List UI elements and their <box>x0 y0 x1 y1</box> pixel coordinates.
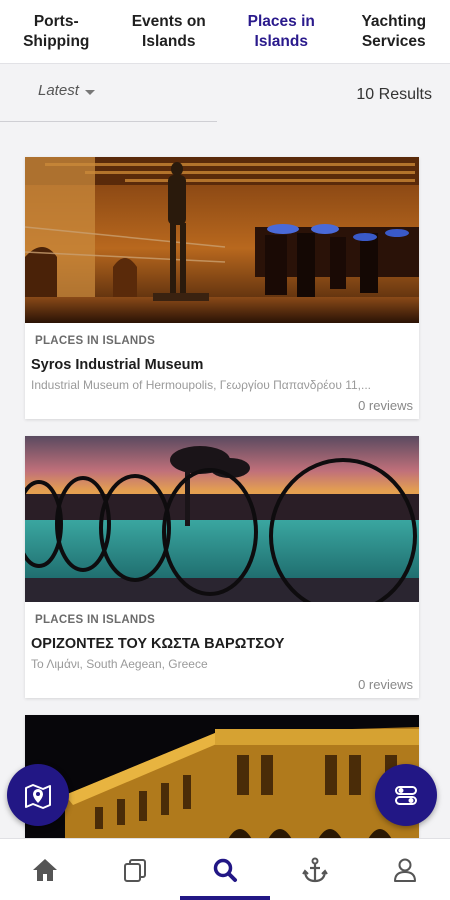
tab-events-on-islands[interactable]: Events on Islands <box>113 0 226 63</box>
card-address: Το Λιμάνι, South Aegean, Greece <box>31 657 208 671</box>
chevron-down-icon <box>84 89 95 95</box>
listing-card[interactable]: PLACES IN ISLANDS Syros Industrial Museu… <box>25 157 419 419</box>
card-body: PLACES IN ISLANDS ΟΡΙΖΟΝΤΕΣ ΤΟΥ ΚΩΣΤΑ ΒΑ… <box>25 602 419 698</box>
building-photo <box>25 715 419 845</box>
results-count: 10 Results <box>356 86 432 103</box>
map-view-button[interactable] <box>7 764 69 826</box>
tab-places-in-islands[interactable]: Places in Islands <box>225 0 338 63</box>
search-icon <box>213 858 237 882</box>
card-body: PLACES IN ISLANDS Syros Industrial Museu… <box>25 323 419 419</box>
listing-card[interactable]: PLACES IN ISLANDS ΟΡΙΖΟΝΤΕΣ ΤΟΥ ΚΩΣΤΑ ΒΑ… <box>25 436 419 698</box>
card-reviews: 0 reviews <box>358 398 413 413</box>
nav-search[interactable] <box>180 839 270 900</box>
card-title[interactable]: ΟΡΙΖΟΝΤΕΣ ΤΟΥ ΚΩΣΤΑ ΒΑΡΩΤΣΟΥ <box>31 636 413 652</box>
category-tabs: Ports- Shipping Events on Islands Places… <box>0 0 450 64</box>
tab-yachting-services[interactable]: Yachting Services <box>338 0 450 63</box>
home-icon <box>33 858 57 881</box>
card-title[interactable]: Syros Industrial Museum <box>31 357 413 373</box>
card-reviews: 0 reviews <box>358 677 413 692</box>
nav-home[interactable] <box>0 839 90 900</box>
anchor-icon <box>302 857 328 882</box>
nav-copy[interactable] <box>90 839 180 900</box>
toggles-icon <box>395 786 417 805</box>
harbour-photo <box>25 436 419 602</box>
filter-button[interactable] <box>375 764 437 826</box>
nav-profile[interactable] <box>360 839 450 900</box>
card-category: PLACES IN ISLANDS <box>35 614 156 626</box>
bottom-navigation <box>0 838 450 900</box>
museum-photo <box>25 157 419 323</box>
filter-bar: Latest 10 Results <box>0 64 450 124</box>
sort-dropdown[interactable]: Latest <box>0 64 217 122</box>
nav-anchor[interactable] <box>270 839 360 900</box>
listing-card[interactable] <box>25 715 419 845</box>
card-category: PLACES IN ISLANDS <box>35 335 156 347</box>
map-pin-icon <box>25 784 51 809</box>
tab-ports-shipping[interactable]: Ports- Shipping <box>0 0 113 63</box>
sort-label: Latest <box>38 82 79 99</box>
card-address: Industrial Museum of Hermoupolis, Γεωργί… <box>31 378 372 392</box>
copy-icon <box>124 858 146 882</box>
user-icon <box>394 858 416 882</box>
